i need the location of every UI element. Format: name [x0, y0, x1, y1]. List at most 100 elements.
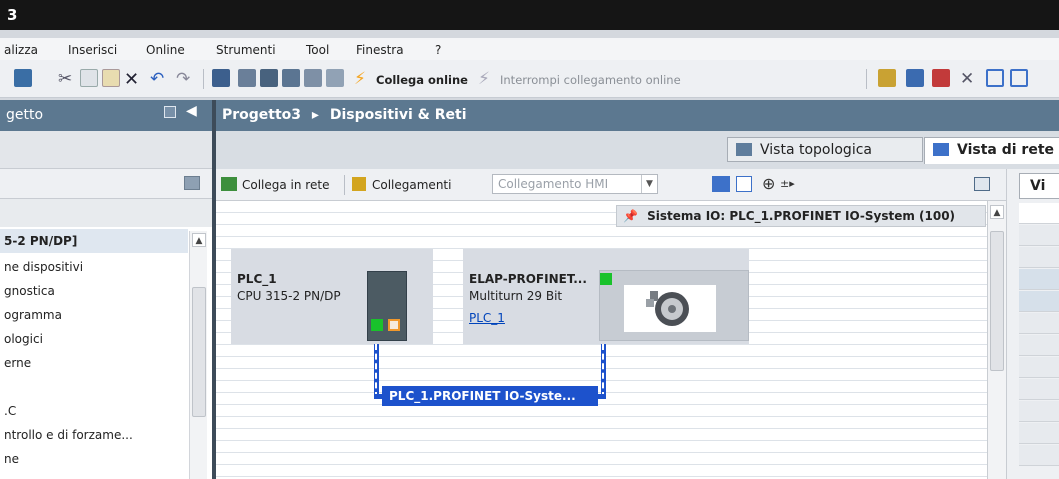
- menu-visualizza[interactable]: alizza: [4, 43, 38, 57]
- overview-cell[interactable]: [1019, 423, 1059, 444]
- overview-cell[interactable]: [1019, 313, 1059, 334]
- menu-online[interactable]: Online: [146, 43, 185, 57]
- overview-cell[interactable]: [1019, 357, 1059, 378]
- menu-inserisci[interactable]: Inserisci: [68, 43, 117, 57]
- tree-item-watch-force[interactable]: ntrollo e di forzame...: [4, 428, 133, 442]
- menu-bar: alizza Inserisci Online Strumenti Tool F…: [0, 38, 1059, 60]
- tab-topology-view[interactable]: Vista topologica: [727, 137, 923, 162]
- encoder-controller-link[interactable]: PLC_1: [469, 311, 505, 325]
- network-overview-icon[interactable]: [736, 176, 752, 192]
- project-tree-column-header: [0, 199, 212, 227]
- tree-item-technology[interactable]: ologici: [4, 332, 43, 346]
- stop-cpu-icon[interactable]: [932, 69, 950, 87]
- connect-online-button[interactable]: Collega online: [376, 73, 468, 87]
- undo-icon[interactable]: ↶: [150, 69, 168, 89]
- redo-icon[interactable]: ↷: [176, 69, 194, 89]
- menu-finestra[interactable]: Finestra: [356, 43, 404, 57]
- save-layout-icon[interactable]: [974, 177, 990, 191]
- overview-cell[interactable]: [1019, 247, 1059, 268]
- pin-icon[interactable]: 📌: [623, 209, 638, 223]
- upload-icon[interactable]: [260, 69, 278, 87]
- canvas-scrollbar[interactable]: ▲: [987, 201, 1006, 479]
- plc-device-card[interactable]: PLC_1 CPU 315-2 PN/DP: [231, 249, 433, 344]
- tree-item-program[interactable]: ogramma: [4, 308, 62, 322]
- breadcrumb-separator: ▸: [311, 107, 319, 123]
- plc-port-interface[interactable]: [388, 319, 400, 331]
- tab-topology-label: Vista topologica: [760, 142, 872, 158]
- scrollbar-thumb[interactable]: [990, 231, 1004, 371]
- tree-item-device-config[interactable]: ne dispositivi: [4, 260, 83, 274]
- tab-device-overview[interactable]: Vi: [1019, 173, 1059, 199]
- overview-cell[interactable]: [1019, 291, 1059, 312]
- plc-port-active[interactable]: [371, 319, 383, 331]
- encoder-name: ELAP-PROFINET...: [469, 272, 587, 286]
- connect-network-icon: [221, 177, 237, 191]
- scroll-up-icon[interactable]: ▲: [192, 233, 206, 247]
- overview-cell[interactable]: [1019, 379, 1059, 400]
- tree-item-plc[interactable]: 5-2 PN/DP]: [0, 229, 188, 253]
- split-horizontal-icon[interactable]: [986, 69, 1004, 87]
- copy-icon[interactable]: [80, 69, 98, 87]
- compile-icon[interactable]: [212, 69, 230, 87]
- tree-item-plc-tags[interactable]: .C: [4, 404, 16, 418]
- encoder-illustration: [646, 291, 689, 326]
- breadcrumb-section: Dispositivi & Reti: [329, 107, 467, 123]
- tree-item-online[interactable]: ne: [4, 452, 19, 466]
- breadcrumb-project[interactable]: Progetto3: [222, 107, 301, 123]
- download-icon[interactable]: [238, 69, 256, 87]
- disconnect-online-icon[interactable]: ⚡: [478, 69, 496, 89]
- menu-strumenti[interactable]: Strumenti: [216, 43, 276, 57]
- connections-button[interactable]: Collegamenti: [372, 178, 451, 192]
- highlight-connections-icon[interactable]: [712, 176, 730, 192]
- window-title-bar: 3: [0, 0, 1059, 30]
- plc-module-icon: [367, 271, 407, 341]
- simulation-icon[interactable]: [282, 69, 300, 87]
- scroll-up-icon[interactable]: ▲: [990, 205, 1004, 219]
- project-tree-scrollbar[interactable]: ▲: [189, 231, 207, 479]
- overview-cell[interactable]: [1019, 401, 1059, 422]
- add-new-device-icon[interactable]: [184, 176, 200, 190]
- collapse-panel-icon[interactable]: [164, 106, 176, 118]
- tab-device-overview-label: Vi: [1030, 178, 1046, 194]
- encoder-port-indicator[interactable]: [600, 273, 612, 285]
- overview-cell[interactable]: [1019, 269, 1059, 290]
- overview-cell[interactable]: [1019, 445, 1059, 466]
- zoom-icon[interactable]: ⊕: [762, 174, 775, 193]
- disconnect-online-button[interactable]: Interrompi collegamento online: [500, 73, 681, 87]
- topology-view-icon: [736, 143, 752, 156]
- start-cpu-icon[interactable]: [906, 69, 924, 87]
- tree-item-external[interactable]: erne: [4, 356, 31, 370]
- cross-reference-icon[interactable]: ✕: [960, 69, 978, 89]
- chevron-down-icon[interactable]: ▼: [641, 175, 657, 193]
- zoom-dropdown-icon[interactable]: ±▸: [780, 177, 795, 190]
- main-toolbar: ✂ ✕ ↶ ↷ ⚡ Collega online ⚡ Interrompi co…: [0, 60, 1059, 98]
- network-editor-toolbar: Collega in rete Collegamenti Collegament…: [216, 169, 1006, 201]
- editor-header: Progetto3 ▸ Dispositivi & Reti: [216, 100, 1059, 131]
- window-title: 3: [7, 6, 18, 24]
- overview-cell[interactable]: [1019, 335, 1059, 356]
- chevron-left-icon[interactable]: ◀: [186, 103, 197, 119]
- paste-icon[interactable]: [102, 69, 120, 87]
- overview-cell[interactable]: [1019, 203, 1059, 224]
- encoder-device-card[interactable]: ELAP-PROFINET... Multiturn 29 Bit PLC_1: [463, 249, 749, 344]
- encoder-image-panel: [599, 270, 749, 341]
- tree-item-diagnostics[interactable]: gnostica: [4, 284, 55, 298]
- delete-icon[interactable]: ✕: [124, 69, 142, 90]
- connection-type-select[interactable]: Collegamento HMI ▼: [492, 174, 658, 194]
- connect-online-icon[interactable]: ⚡: [354, 69, 372, 89]
- overview-cell[interactable]: [1019, 225, 1059, 246]
- menu-tool[interactable]: Tool: [306, 43, 329, 57]
- connect-network-button[interactable]: Collega in rete: [242, 178, 329, 192]
- menu-help[interactable]: ?: [435, 43, 441, 57]
- go-offline-icon[interactable]: [326, 69, 344, 87]
- accessible-devices-icon[interactable]: [878, 69, 896, 87]
- split-vertical-icon[interactable]: [1010, 69, 1028, 87]
- profinet-network-label[interactable]: PLC_1.PROFINET IO-Syste...: [382, 386, 598, 406]
- tab-network-view[interactable]: Vista di rete: [924, 137, 1059, 164]
- cut-icon[interactable]: ✂: [58, 69, 76, 89]
- save-icon[interactable]: [14, 69, 32, 87]
- scrollbar-thumb[interactable]: [192, 287, 206, 417]
- project-tree-actions: [0, 169, 212, 199]
- tab-network-label: Vista di rete: [957, 142, 1055, 158]
- stop-icon[interactable]: [304, 69, 322, 87]
